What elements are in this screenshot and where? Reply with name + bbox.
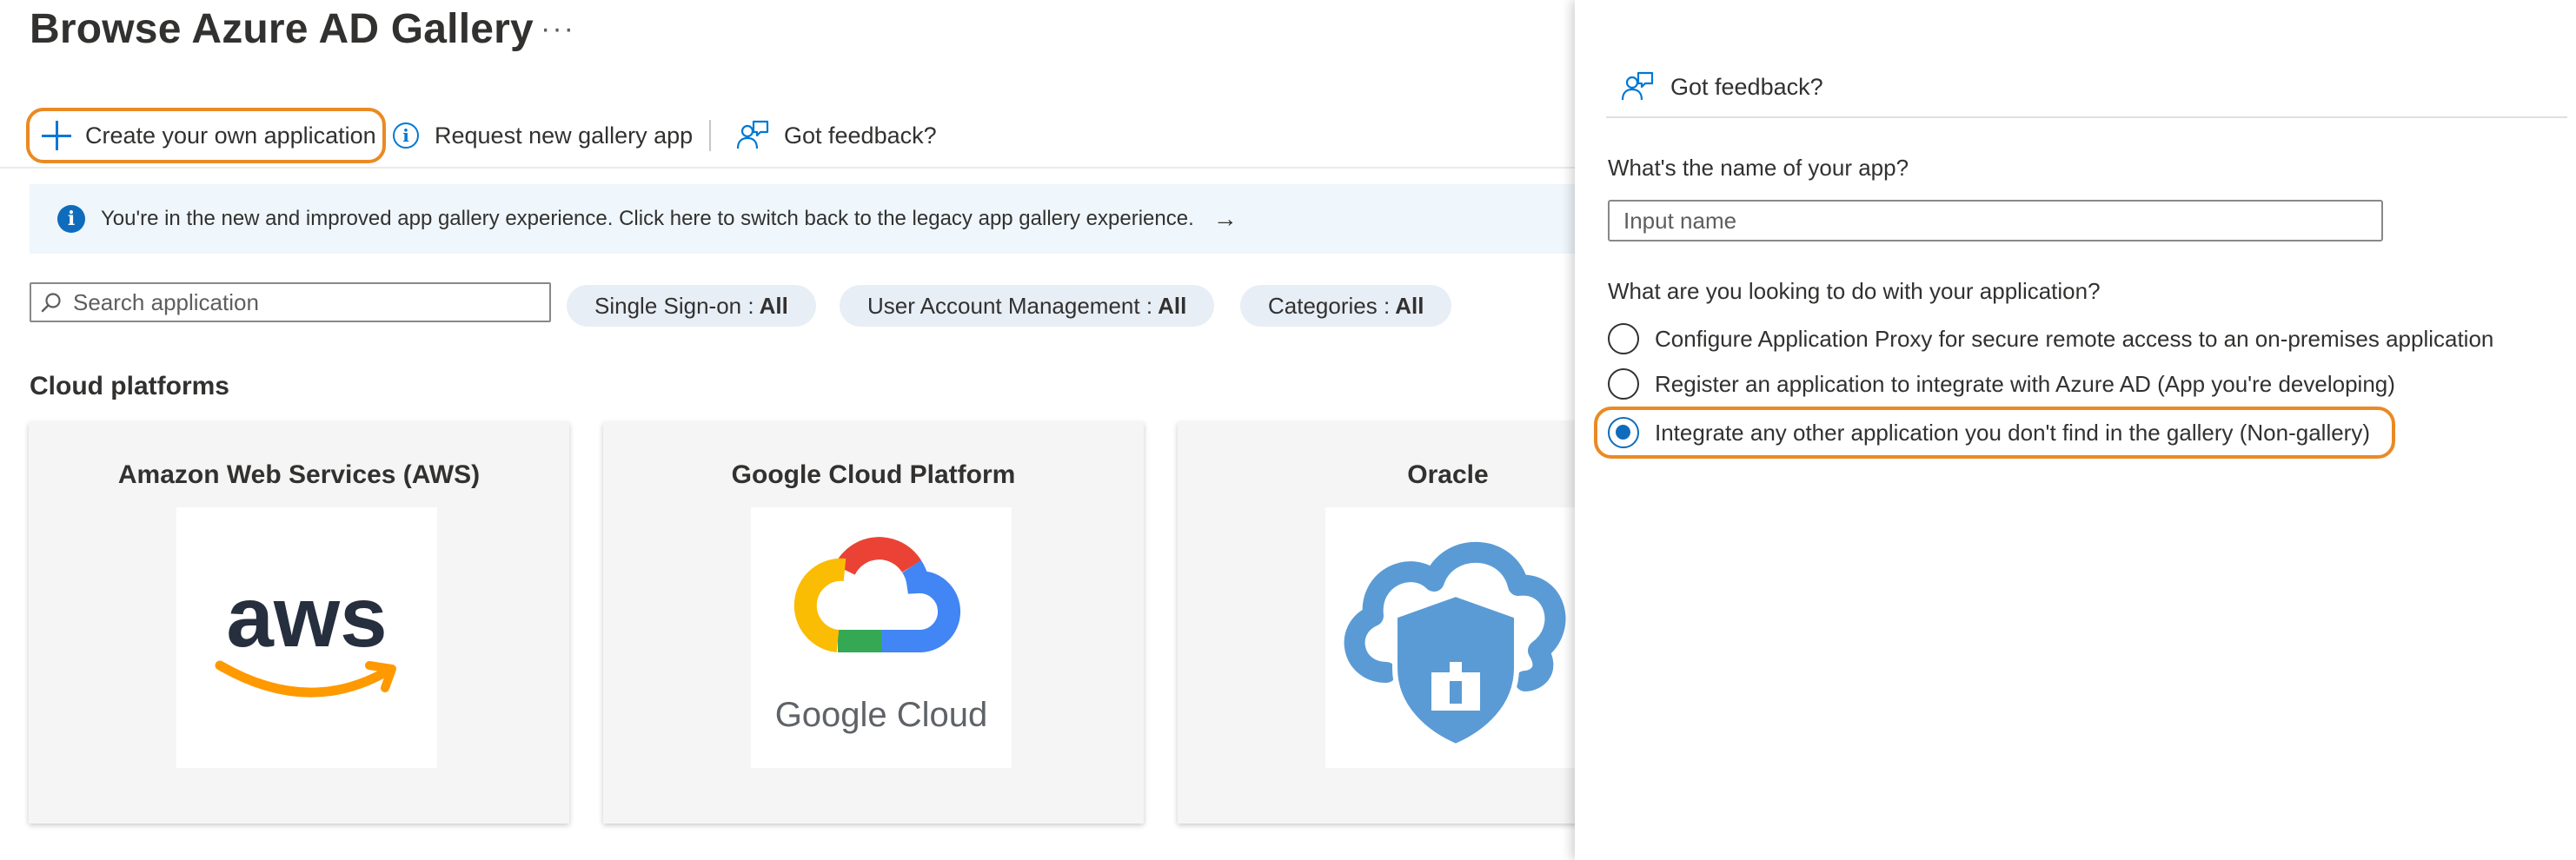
search-icon xyxy=(41,293,61,313)
radio-button[interactable] xyxy=(1608,368,1639,400)
legacy-gallery-banner[interactable]: i You're in the new and improved app gal… xyxy=(30,184,1575,254)
aws-logo-icon: aws xyxy=(176,507,437,768)
page-title: Browse Azure AD Gallery xyxy=(30,6,534,52)
filter-value: All xyxy=(759,292,788,319)
command-bar: Create your own application i Request ne… xyxy=(0,108,1575,169)
request-gallery-app-button[interactable]: i Request new gallery app xyxy=(393,109,693,162)
filter-label: Categories : xyxy=(1268,292,1391,319)
info-icon: i xyxy=(57,205,85,233)
oracle-cloud-shield-icon xyxy=(1325,507,1575,768)
radio-button[interactable] xyxy=(1608,323,1639,354)
create-own-application-button[interactable]: Create your own application xyxy=(26,108,386,163)
search-application-field[interactable]: Search application xyxy=(30,282,551,322)
gallery-card-aws[interactable]: Amazon Web Services (AWS) aws xyxy=(29,422,569,824)
create-application-panel: Got feedback? What's the name of your ap… xyxy=(1575,0,2576,860)
filter-label: User Account Management : xyxy=(867,292,1153,319)
radio-button-selected[interactable] xyxy=(1608,417,1639,448)
section-title: Cloud platforms xyxy=(30,372,229,400)
card-title: Oracle xyxy=(1407,460,1489,489)
feedback-icon xyxy=(736,120,769,149)
filter-label: Single Sign-on : xyxy=(594,292,754,319)
app-name-placeholder: Input name xyxy=(1623,207,1737,234)
gallery-card-google-cloud[interactable]: Google Cloud Platform Google Cloud xyxy=(603,422,1144,824)
banner-text: You're in the new and improved app galle… xyxy=(101,207,1194,230)
google-cloud-logo-icon: Google Cloud xyxy=(751,507,1012,768)
got-feedback-button[interactable]: Got feedback? xyxy=(735,109,937,162)
radio-option-non-gallery[interactable]: Integrate any other application you don'… xyxy=(1608,415,2370,450)
filter-user-account-management[interactable]: User Account Management : All xyxy=(840,285,1215,327)
got-feedback-label: Got feedback? xyxy=(784,122,937,149)
panel-got-feedback-button[interactable]: Got feedback? xyxy=(1620,69,1823,104)
panel-divider xyxy=(1606,116,2567,118)
gallery-card-oracle[interactable]: Oracle xyxy=(1178,422,1575,824)
app-name-question: What's the name of your app? xyxy=(1608,155,1909,181)
create-own-application-label: Create your own application xyxy=(85,122,376,149)
request-gallery-app-label: Request new gallery app xyxy=(435,122,694,149)
svg-text:aws: aws xyxy=(226,569,387,665)
info-icon: i xyxy=(393,122,419,149)
gallery-main: Browse Azure AD Gallery ··· Create your … xyxy=(0,0,1575,860)
more-options-button[interactable]: ··· xyxy=(541,12,575,46)
radio-option-app-proxy[interactable]: Configure Application Proxy for secure r… xyxy=(1608,321,2493,356)
panel-got-feedback-label: Got feedback? xyxy=(1670,73,1823,100)
radio-option-label: Configure Application Proxy for secure r… xyxy=(1655,325,2494,352)
radio-option-register-app[interactable]: Register an application to integrate wit… xyxy=(1608,367,2395,401)
arrow-right-icon: → xyxy=(1212,205,1238,232)
filter-value: All xyxy=(1158,292,1187,319)
filter-single-sign-on[interactable]: Single Sign-on : All xyxy=(567,285,816,327)
toolbar-divider xyxy=(709,120,711,151)
svg-text:Google Cloud: Google Cloud xyxy=(775,696,988,734)
feedback-icon xyxy=(1621,71,1654,101)
search-application-placeholder: Search application xyxy=(73,288,259,315)
app-name-input[interactable]: Input name xyxy=(1608,200,2383,241)
plus-icon xyxy=(42,121,71,150)
filter-categories[interactable]: Categories : All xyxy=(1240,285,1452,327)
app-purpose-question: What are you looking to do with your app… xyxy=(1608,278,2101,304)
card-title: Google Cloud Platform xyxy=(731,460,1016,489)
radio-option-label: Register an application to integrate wit… xyxy=(1655,370,2395,397)
filter-value: All xyxy=(1395,292,1424,319)
card-title: Amazon Web Services (AWS) xyxy=(117,460,481,489)
radio-option-label: Integrate any other application you don'… xyxy=(1655,419,2370,446)
